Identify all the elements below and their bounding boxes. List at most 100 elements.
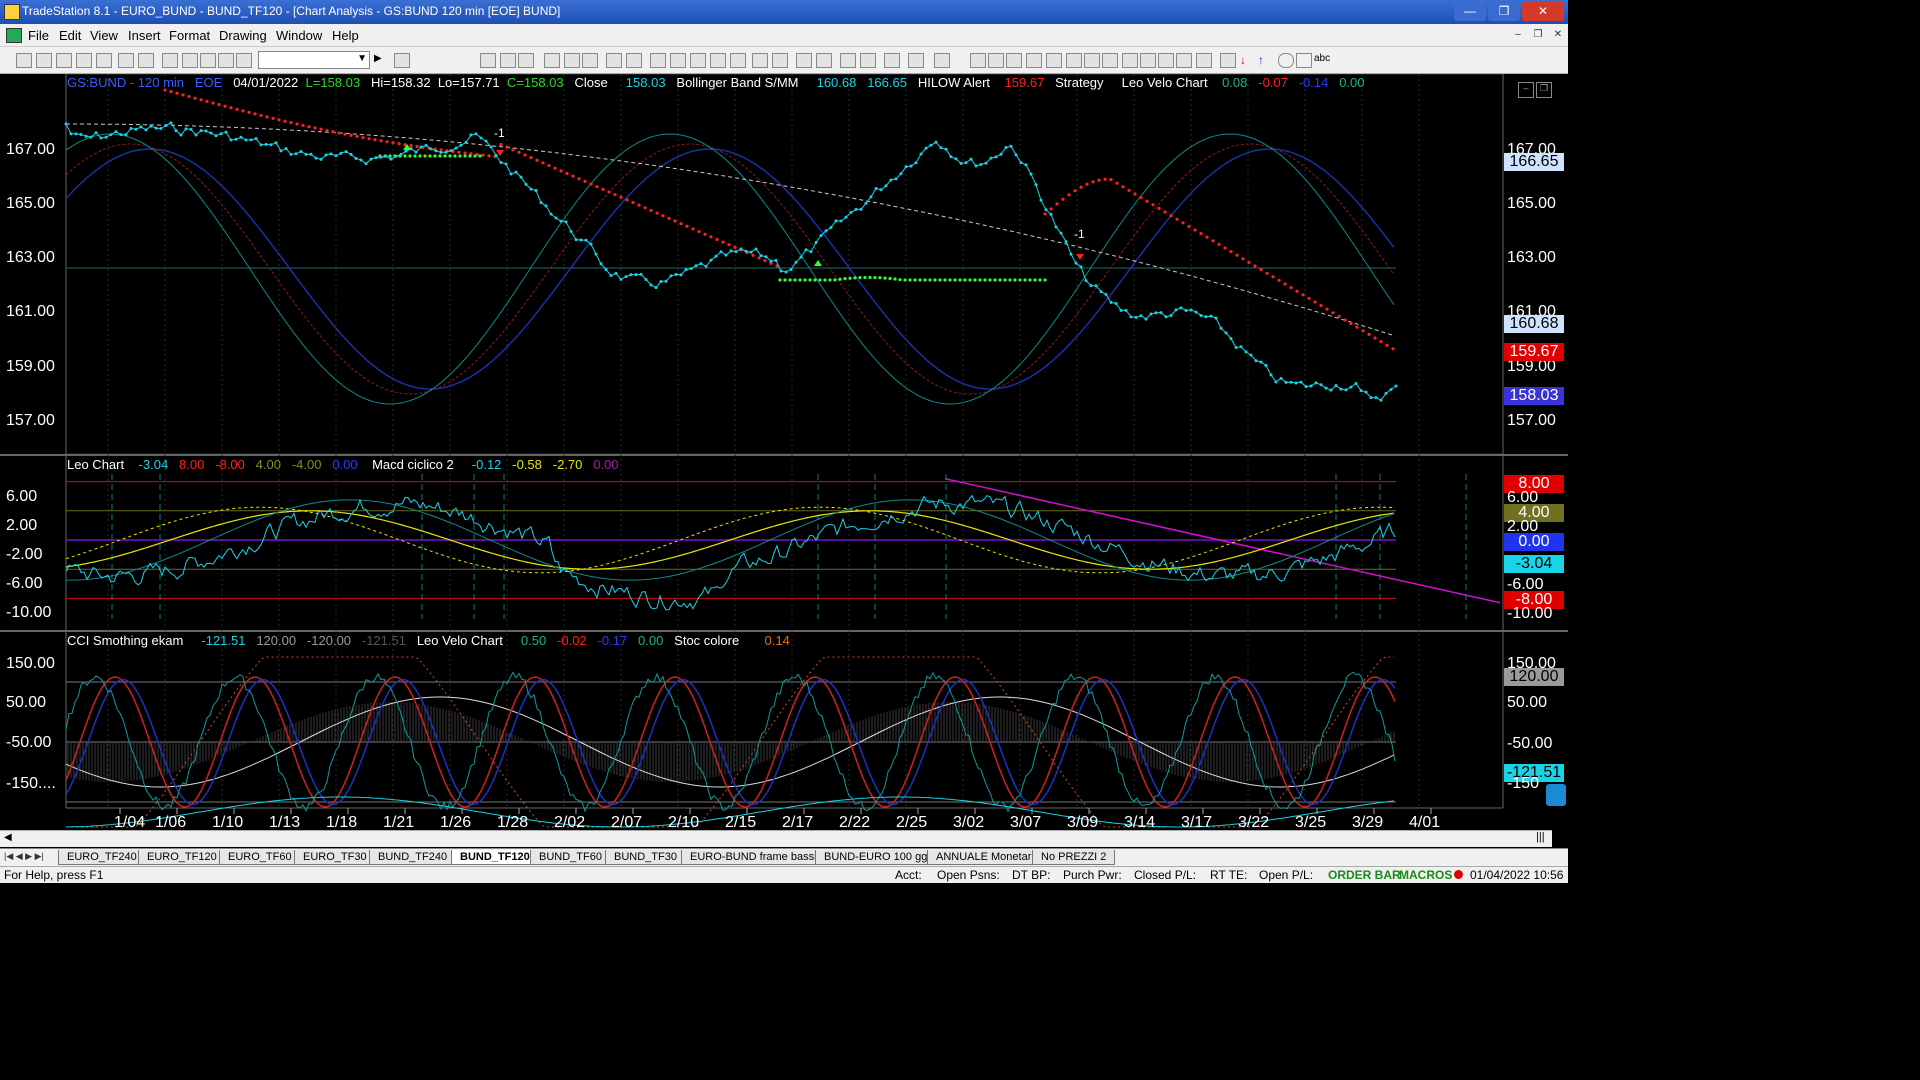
trendline-icon[interactable] (970, 53, 986, 68)
tab-nav-icon[interactable]: |◀ ◀ ▶ ▶| (4, 851, 44, 862)
save-icon[interactable] (96, 53, 112, 68)
tab-annuale-monetari[interactable]: ANNUALE Monetari (927, 850, 1043, 865)
arrow-up-icon[interactable]: ↑ (1258, 53, 1272, 67)
optionstation-icon[interactable] (582, 53, 598, 68)
pane-restore-button[interactable]: ❐ (1536, 82, 1552, 98)
menu-format[interactable]: Format (169, 28, 210, 43)
bar-chart-icon[interactable] (690, 53, 706, 68)
tab-euro-tf120[interactable]: EURO_TF120 (138, 850, 226, 865)
chevron-down-icon[interactable]: ▼ (357, 53, 367, 64)
chart-icon[interactable] (162, 53, 178, 68)
horizontal-scrollbar[interactable]: ◀ ||| (0, 830, 1552, 847)
mdi-close-button[interactable]: ✕ (1550, 27, 1566, 43)
export-icon[interactable] (908, 53, 924, 68)
tab-bund-tf30[interactable]: BUND_TF30 (605, 850, 686, 865)
arrow-lr-icon[interactable] (1140, 53, 1156, 68)
menu-window[interactable]: Window (276, 28, 322, 43)
ellipse-icon[interactable] (1278, 53, 1294, 68)
status-order-bar[interactable]: ORDER BAR (1328, 868, 1401, 882)
price-dot (89, 135, 93, 139)
zoom-in-icon[interactable] (796, 53, 812, 68)
remote-assist-icon[interactable] (1546, 784, 1566, 806)
tab-bund-tf60[interactable]: BUND_TF60 (530, 850, 611, 865)
scroll-left-icon[interactable]: ◀ (4, 832, 12, 843)
matrix-icon[interactable] (518, 53, 534, 68)
chart-window[interactable]: GS:BUND - 120 min EOE 04/01/2022 L=158.0… (0, 74, 1568, 844)
strategy-icon[interactable] (626, 53, 642, 68)
radar-icon[interactable] (182, 53, 198, 68)
scroll-grip-icon[interactable]: ||| (1536, 831, 1545, 843)
lock-icon[interactable] (200, 53, 216, 68)
new-icon[interactable] (16, 53, 32, 68)
mdi-restore-button[interactable]: ❐ (1530, 27, 1546, 43)
spacing-icon[interactable] (772, 53, 788, 68)
tab-euro-tf30[interactable]: EURO_TF30 (294, 850, 376, 865)
rectangle-icon[interactable] (1296, 53, 1312, 68)
andrews-icon[interactable] (1084, 53, 1100, 68)
format-icon[interactable] (650, 53, 666, 68)
menu-edit[interactable]: Edit (59, 28, 81, 43)
macro-icon[interactable] (236, 53, 252, 68)
play-icon[interactable]: ▶ (374, 53, 388, 66)
tab-no-prezzi-2[interactable]: No PREZZI 2 (1032, 850, 1116, 865)
grid-icon[interactable] (218, 53, 234, 68)
tab-bund-tf240[interactable]: BUND_TF240 (369, 850, 457, 865)
tab-euro-tf240[interactable]: EURO_TF240 (58, 850, 146, 865)
status-macros[interactable]: MACROS (1399, 868, 1452, 882)
price-dot (1294, 381, 1298, 385)
menu-file[interactable]: File (28, 28, 49, 43)
pointer-icon[interactable] (840, 53, 856, 68)
close-button[interactable]: ✕ (1522, 2, 1564, 21)
tab-euro-bund-frame-bassi[interactable]: EURO-BUND frame bassi (681, 850, 826, 865)
scanner-icon[interactable] (544, 53, 560, 68)
chart-analysis-icon[interactable] (480, 53, 496, 68)
parallel-lines-icon[interactable] (1158, 53, 1174, 68)
menu-insert[interactable]: Insert (128, 28, 161, 43)
print-preview-icon[interactable] (138, 53, 154, 68)
tab-euro-tf60[interactable]: EURO_TF60 (219, 850, 301, 865)
tab-bund-euro-100-gg[interactable]: BUND-EURO 100 gg (815, 850, 937, 865)
toolbar-combo[interactable]: ▼ (258, 51, 370, 69)
text-icon[interactable]: abc (1314, 53, 1330, 66)
indicator-icon[interactable] (606, 53, 622, 68)
fibonacci-icon[interactable] (1026, 53, 1042, 68)
pencil-icon[interactable] (1196, 53, 1212, 68)
arc-icon[interactable] (1176, 53, 1192, 68)
horizontal-line-icon[interactable] (1006, 53, 1022, 68)
hilow-dot (679, 222, 683, 226)
symbol-icon[interactable] (670, 53, 686, 68)
workspace-icon[interactable] (76, 53, 92, 68)
price-dot (114, 130, 118, 134)
minimize-button[interactable]: — (1454, 2, 1486, 21)
zoom-out-icon[interactable] (816, 53, 832, 68)
channel-icon[interactable] (1102, 53, 1118, 68)
gann-fan-icon[interactable] (1066, 53, 1082, 68)
price-dot (764, 255, 768, 259)
tab-bund-tf120[interactable]: BUND_TF120 (451, 850, 539, 865)
interval-icon[interactable] (752, 53, 768, 68)
pane-minimize-button[interactable]: – (1518, 82, 1534, 98)
vertical-line-icon[interactable] (988, 53, 1004, 68)
price-dot (259, 143, 263, 147)
menu-view[interactable]: View (90, 28, 118, 43)
tools-icon[interactable] (884, 53, 900, 68)
radarscreen-icon[interactable] (500, 53, 516, 68)
new-window-icon[interactable] (56, 53, 72, 68)
speedline-icon[interactable] (1046, 53, 1062, 68)
regression-icon[interactable] (1122, 53, 1138, 68)
menu-drawing[interactable]: Drawing (219, 28, 267, 43)
chart-doc-icon[interactable] (6, 28, 22, 43)
maximize-button[interactable]: ❐ (1488, 2, 1520, 21)
arrow-down-icon[interactable]: ↓ (1240, 53, 1254, 67)
find-icon[interactable] (394, 53, 410, 68)
print-icon[interactable] (118, 53, 134, 68)
mdi-minimize-button[interactable]: – (1510, 27, 1526, 43)
freehand-icon[interactable] (1220, 53, 1236, 68)
menu-help[interactable]: Help (332, 28, 359, 43)
candle-icon[interactable] (710, 53, 726, 68)
drag-icon[interactable] (860, 53, 876, 68)
hotlist-icon[interactable] (564, 53, 580, 68)
open-icon[interactable] (36, 53, 52, 68)
copy-icon[interactable] (934, 53, 950, 68)
line-chart-icon[interactable] (730, 53, 746, 68)
